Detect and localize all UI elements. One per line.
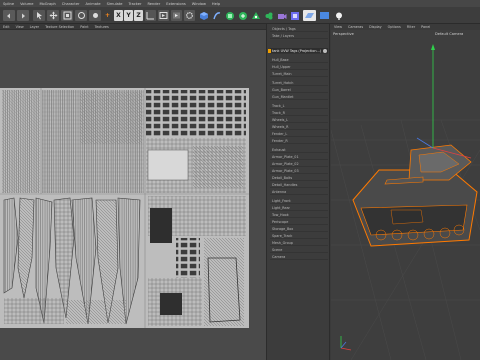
object-row[interactable]: Detail_Bolts [270, 175, 328, 181]
menu-tracker[interactable]: Tracker [128, 2, 141, 6]
uv-menu-texture-selection[interactable]: Texture Selection [45, 25, 74, 29]
object-row[interactable]: Scene [270, 247, 328, 253]
environment-icon[interactable] [263, 10, 274, 21]
object-row[interactable]: Track_R [270, 110, 328, 116]
object-row[interactable]: Periscope [270, 219, 328, 225]
move-tool-icon[interactable] [47, 10, 59, 21]
object-row[interactable]: Turret_Hatch [270, 80, 328, 86]
object-row[interactable]: Wheels_L [270, 117, 328, 123]
object-row[interactable]: Armor_Plate_03 [270, 168, 328, 174]
object-row[interactable]: Objects / Tags [270, 26, 328, 32]
menu-render[interactable]: Render [147, 2, 160, 6]
z-axis-lock-icon[interactable]: Z [134, 10, 143, 21]
object-row[interactable]: Tow_Hook [270, 212, 328, 218]
add-object-icon[interactable]: + [103, 10, 112, 21]
object-row[interactable]: Mesh_Group [270, 240, 328, 246]
viewport-menu-display[interactable]: Display [369, 25, 382, 29]
uv-menu-edit[interactable]: Edit [3, 25, 10, 29]
object-row[interactable]: Track_L [270, 103, 328, 109]
object-row[interactable]: Armor_Plate_02 [270, 161, 328, 167]
live-selection-icon[interactable] [89, 10, 101, 21]
rotate-tool-icon[interactable] [75, 10, 87, 21]
menu-volume[interactable]: Volume [20, 2, 33, 6]
uv-texture-sheet[interactable] [0, 88, 249, 328]
object-row-selected[interactable]: tank UVW Tags (Projection...) [270, 48, 328, 54]
uv-menu-layer[interactable]: Layer [30, 25, 39, 29]
object-row[interactable]: Storage_Box [270, 226, 328, 232]
scale-tool-icon[interactable] [61, 10, 73, 21]
material-icon[interactable] [289, 10, 300, 21]
viewport-scene-graphic [331, 44, 480, 360]
object-row[interactable]: Light_Front [270, 198, 328, 204]
object-row[interactable]: Hull_Base [270, 57, 328, 63]
render-to-picture-viewer-icon[interactable] [171, 10, 182, 21]
uv-editor-panel[interactable] [0, 30, 266, 360]
viewport-menu-cameras[interactable]: Cameras [348, 25, 363, 29]
select-tool-icon[interactable] [33, 10, 45, 21]
render-view-icon[interactable] [158, 10, 169, 21]
menu-mograph[interactable]: MoGraph [39, 2, 55, 6]
menu-window[interactable]: Window [192, 2, 206, 6]
object-row[interactable]: Hull_Upper [270, 64, 328, 70]
menu-simulate[interactable]: Simulate [107, 2, 123, 6]
viewport-menu-filter[interactable]: Filter [407, 25, 415, 29]
object-row[interactable]: Turret_Main [270, 71, 328, 77]
cloner-icon[interactable] [237, 10, 248, 21]
uv-menu-textures[interactable]: Textures [95, 25, 109, 29]
cube-primitive-icon[interactable] [198, 10, 209, 21]
viewport-menu-view[interactable]: View [334, 25, 342, 29]
object-row[interactable]: Wheels_R [270, 124, 328, 130]
menu-animate[interactable]: Animate [86, 2, 101, 6]
viewport-menu-options[interactable]: Options [388, 25, 401, 29]
object-row[interactable]: Gun_Mantlet [270, 94, 328, 100]
object-row[interactable]: Take / Layers [270, 33, 328, 39]
camera-icon[interactable] [276, 10, 287, 21]
y-axis-lock-icon[interactable]: Y [124, 10, 133, 21]
bend-deformer-icon[interactable] [250, 10, 261, 21]
menu-spline[interactable]: Spline [3, 2, 14, 6]
redo-icon[interactable] [17, 10, 29, 21]
undo-icon[interactable] [3, 10, 15, 21]
object-row[interactable]: Fender_R [270, 138, 328, 144]
object-row[interactable]: Light_Rear [270, 205, 328, 211]
object-row[interactable]: Antenna [270, 189, 328, 195]
floor-icon[interactable] [303, 10, 316, 21]
visibility-dot-icon[interactable] [323, 49, 327, 53]
subdivision-surface-icon[interactable] [224, 10, 235, 21]
object-row[interactable]: Detail_Handles [270, 182, 328, 188]
viewport-menu-panel[interactable]: Panel [421, 25, 430, 29]
selected-object-icon [268, 49, 271, 53]
coordinate-system-icon[interactable] [145, 10, 156, 21]
uv-islands-graphic [0, 88, 249, 328]
perspective-viewport[interactable]: Perspective Default Camera [331, 30, 480, 360]
object-row[interactable]: Armor_Plate_01 [270, 154, 328, 160]
main-menubar: Spline Volume MoGraph Character Animate … [0, 0, 480, 7]
main-toolbar: + X Y Z [0, 7, 480, 24]
menu-extensions[interactable]: Extensions [166, 2, 186, 6]
render-settings-icon[interactable] [184, 10, 195, 21]
object-row[interactable]: Gun_Barrel [270, 87, 328, 93]
sky-icon[interactable] [318, 10, 331, 21]
light-icon[interactable] [333, 10, 344, 21]
menu-help[interactable]: Help [212, 2, 220, 6]
object-row[interactable]: Fender_L [270, 131, 328, 137]
pen-spline-icon[interactable] [211, 10, 222, 21]
object-row[interactable]: Spare_Track [270, 233, 328, 239]
object-row-label: tank UVW Tags (Projection...) [272, 49, 322, 53]
uv-menu-view[interactable]: View [16, 25, 24, 29]
object-row[interactable]: Exhaust [270, 147, 328, 153]
object-manager-panel[interactable]: Objects / Tags Take / Layers tank UVW Ta… [266, 24, 330, 360]
menu-character[interactable]: Character [62, 2, 80, 6]
uv-menu-paint[interactable]: Paint [80, 25, 88, 29]
object-row[interactable]: Camera [270, 254, 328, 260]
x-axis-lock-icon[interactable]: X [114, 10, 123, 21]
